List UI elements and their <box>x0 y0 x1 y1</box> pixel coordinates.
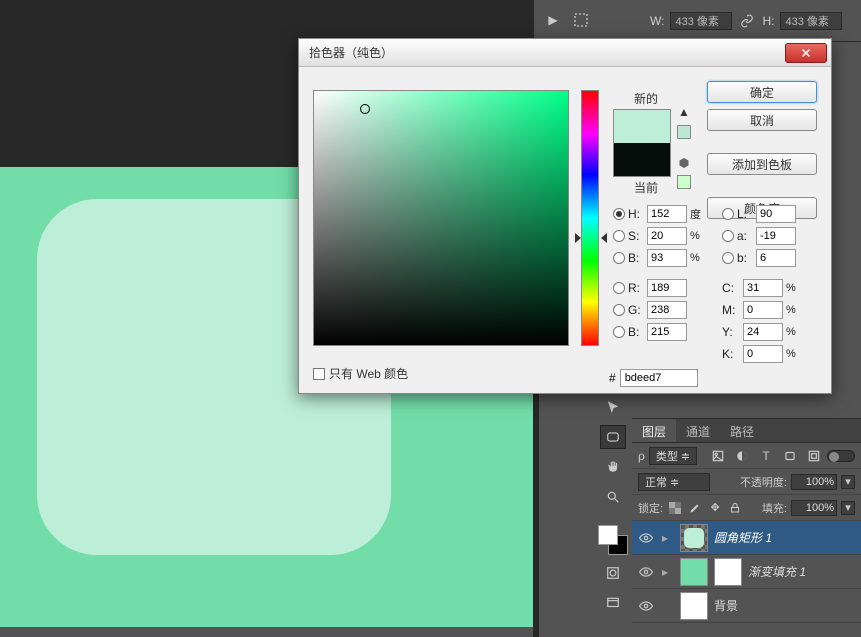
zoom-tool-icon[interactable] <box>600 485 626 509</box>
opacity-label: 不透明度: <box>740 474 787 490</box>
filter-type-icon[interactable]: T <box>757 447 775 465</box>
hex-label: # <box>609 371 616 385</box>
layer-name[interactable]: 背景 <box>714 597 738 614</box>
layers-panel: 图层 通道 路径 ρ 类型 ≑ T 正常 ≑ 不透明度: ▾ 锁定: ✥ 填充:… <box>632 418 861 637</box>
web-only-checkbox[interactable] <box>313 368 325 380</box>
layer-thumbnail[interactable] <box>680 592 708 620</box>
radio-h[interactable] <box>613 208 625 220</box>
visibility-toggle-icon[interactable] <box>636 531 656 545</box>
radio-bc[interactable] <box>613 326 625 338</box>
layer-thumbnail[interactable] <box>680 524 708 552</box>
tab-channels[interactable]: 通道 <box>676 419 720 442</box>
add-swatch-button[interactable]: 添加到色板 <box>707 153 817 175</box>
k-input[interactable] <box>743 345 783 363</box>
b2-input[interactable] <box>756 249 796 267</box>
lock-all-icon[interactable] <box>727 500 743 516</box>
web-only-label: 只有 Web 颜色 <box>329 365 408 382</box>
preview-current-label: 当前 <box>621 179 671 196</box>
blue-input[interactable] <box>647 323 687 341</box>
filter-shape-icon[interactable] <box>781 447 799 465</box>
tab-layers[interactable]: 图层 <box>632 419 676 442</box>
lock-pixels-icon[interactable] <box>687 500 703 516</box>
quick-mask-icon[interactable] <box>600 561 626 585</box>
radio-b2[interactable] <box>722 252 734 264</box>
radio-l[interactable] <box>722 208 734 220</box>
layer-gradient-fill[interactable]: ▸ 渐变填充 1 <box>632 555 861 589</box>
expand-icon[interactable]: ▸ <box>662 531 674 545</box>
width-input[interactable] <box>670 12 732 30</box>
height-label: H: <box>762 14 774 28</box>
preview-new-label: 新的 <box>621 90 671 107</box>
ok-button[interactable]: 确定 <box>707 81 817 103</box>
opacity-dropdown[interactable]: ▾ <box>841 475 855 489</box>
foreground-color-swatch[interactable] <box>598 525 618 545</box>
radio-r[interactable] <box>613 282 625 294</box>
radio-a[interactable] <box>722 230 734 242</box>
blend-mode-select[interactable]: 正常 ≑ <box>638 473 710 491</box>
play-icon[interactable]: ▶ <box>541 8 565 32</box>
height-input[interactable] <box>780 12 842 30</box>
dialog-title: 拾色器（纯色） <box>309 44 393 61</box>
color-preview[interactable] <box>613 109 671 177</box>
screen-mode-icon[interactable] <box>600 591 626 615</box>
lock-label: 锁定: <box>638 500 663 516</box>
m-input[interactable] <box>743 301 783 319</box>
cancel-button[interactable]: 取消 <box>707 109 817 131</box>
foreground-background-swatches[interactable] <box>598 525 628 555</box>
h-input[interactable] <box>647 205 687 223</box>
sv-marker <box>360 104 370 114</box>
radio-s[interactable] <box>613 230 625 242</box>
fill-input[interactable] <box>791 500 837 516</box>
layer-thumbnail[interactable] <box>680 558 708 586</box>
gamut-swatch[interactable] <box>677 125 691 139</box>
color-picker-dialog: 拾色器（纯色） 新的 当前 ▲ <box>298 38 832 394</box>
layer-background[interactable]: 背景 <box>632 589 861 623</box>
close-button[interactable] <box>785 43 827 63</box>
preview-current-color[interactable] <box>614 143 670 176</box>
gamut-warning-icon[interactable]: ▲ <box>677 105 691 119</box>
rounded-rect-tool-icon[interactable] <box>600 425 626 449</box>
filter-adjust-icon[interactable] <box>733 447 751 465</box>
radio-b[interactable] <box>613 252 625 264</box>
radio-g[interactable] <box>613 304 625 316</box>
y-input[interactable] <box>743 323 783 341</box>
s-input[interactable] <box>647 227 687 245</box>
layer-name[interactable]: 渐变填充 1 <box>748 563 806 580</box>
a-input[interactable] <box>756 227 796 245</box>
fill-dropdown[interactable]: ▾ <box>841 501 855 515</box>
hue-slider[interactable] <box>581 90 599 346</box>
dialog-titlebar[interactable]: 拾色器（纯色） <box>299 39 831 67</box>
b-input[interactable] <box>647 249 687 267</box>
width-label: W: <box>650 14 664 28</box>
visibility-toggle-icon[interactable] <box>636 565 656 579</box>
opacity-input[interactable] <box>791 474 837 490</box>
link-icon[interactable] <box>738 12 756 30</box>
fill-label: 填充: <box>762 500 787 516</box>
layer-rounded-rect[interactable]: ▸ 圆角矩形 1 <box>632 521 861 555</box>
tab-paths[interactable]: 路径 <box>720 419 764 442</box>
filter-smart-icon[interactable] <box>805 447 823 465</box>
pointer-tool-icon[interactable] <box>600 395 626 419</box>
filter-type-select[interactable]: 类型 ≑ <box>649 447 697 465</box>
r-input[interactable] <box>647 279 687 297</box>
lock-transparent-icon[interactable] <box>667 500 683 516</box>
c-input[interactable] <box>743 279 783 297</box>
hand-tool-icon[interactable] <box>600 455 626 479</box>
saturation-value-field[interactable] <box>313 90 569 346</box>
expand-icon[interactable]: ▸ <box>662 565 674 579</box>
lock-position-icon[interactable]: ✥ <box>707 500 723 516</box>
marquee-icon[interactable] <box>569 8 593 32</box>
filter-pixel-icon[interactable] <box>709 447 727 465</box>
hex-input[interactable] <box>620 369 698 387</box>
websafe-warning-icon[interactable] <box>677 157 691 169</box>
l-input[interactable] <box>756 205 796 223</box>
visibility-toggle-icon[interactable] <box>636 599 656 613</box>
websafe-swatch[interactable] <box>677 175 691 189</box>
filter-toggle[interactable] <box>827 450 855 462</box>
hue-indicator <box>575 233 607 243</box>
preview-new-color <box>614 110 670 143</box>
layer-mask-thumbnail[interactable] <box>714 558 742 586</box>
layer-name[interactable]: 圆角矩形 1 <box>714 529 772 546</box>
g-input[interactable] <box>647 301 687 319</box>
